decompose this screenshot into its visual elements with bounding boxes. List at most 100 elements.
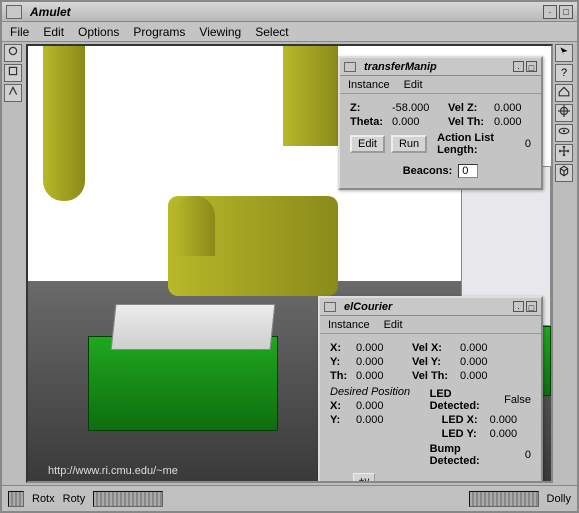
velth-value: 0.000: [460, 370, 488, 382]
velth-label: Vel Th:: [448, 116, 488, 128]
ledx-label: LED X:: [442, 414, 484, 426]
transfermanip-menubar: Instance Edit: [340, 76, 541, 94]
velz-label: Vel Z:: [448, 102, 488, 114]
pick-tool-icon[interactable]: [4, 44, 22, 62]
eye-tool-icon[interactable]: [555, 124, 573, 142]
maximize-button[interactable]: □: [526, 301, 537, 312]
menu-select[interactable]: Select: [255, 25, 288, 39]
robot-arm-left: [43, 46, 85, 201]
minimize-button[interactable]: ·: [513, 301, 524, 312]
ledy-value: 0.000: [490, 428, 518, 440]
dolly-wheel[interactable]: [469, 491, 539, 507]
transfermanip-body: Z: -58.000 Vel Z: 0.000 Theta: 0.000 Vel…: [340, 94, 541, 188]
right-toolbar: ?: [555, 44, 575, 182]
bump-value: 0: [525, 449, 531, 461]
move-tool-icon[interactable]: [555, 144, 573, 162]
elcourier-menubar: Instance Edit: [320, 316, 541, 334]
ledy-label: LED Y:: [442, 428, 484, 440]
robot-joint: [173, 196, 215, 256]
theta-value: 0.000: [392, 116, 442, 128]
velx-value: 0.000: [460, 342, 488, 354]
target-tool-icon[interactable]: [555, 104, 573, 122]
dy-label: Y:: [330, 414, 350, 426]
system-menu-icon[interactable]: [324, 302, 336, 312]
viewport-3d[interactable]: http://www.ri.cmu.edu/~me transferManip …: [26, 44, 553, 483]
cube-tool-icon[interactable]: [555, 164, 573, 182]
elcourier-body: X: 0.000 Vel X: 0.000 Y: 0.000 Vel Y: 0.…: [320, 334, 541, 483]
main-titlebar[interactable]: Amulet · □: [2, 2, 577, 22]
transfermanip-title: transferManip: [360, 61, 513, 73]
elcourier-window[interactable]: elCourier ·□ Instance Edit X: 0.000 Vel …: [318, 296, 543, 483]
beacons-label: Beacons:: [403, 165, 453, 177]
rotx-label: Rotx: [32, 493, 55, 505]
system-menu-icon[interactable]: [6, 5, 22, 19]
elcourier-titlebar[interactable]: elCourier ·□: [320, 298, 541, 316]
minimize-button[interactable]: ·: [543, 5, 557, 19]
z-label: Z:: [350, 102, 386, 114]
dx-label: X:: [330, 400, 350, 412]
menu-options[interactable]: Options: [78, 25, 119, 39]
joypad: +y -x 10 +x -y: [330, 473, 398, 483]
all-label: Action List Length:: [437, 132, 519, 156]
menu-programs[interactable]: Programs: [133, 25, 185, 39]
bump-label: Bump Detected:: [430, 443, 510, 467]
transfermanip-window[interactable]: transferManip ·□ Instance Edit Z: -58.00…: [338, 56, 543, 190]
roty-label: Roty: [63, 493, 86, 505]
menubar: File Edit Options Programs Viewing Selec…: [2, 22, 577, 42]
velth-value: 0.000: [494, 116, 522, 128]
led-label: LED Detected:: [430, 388, 489, 412]
y-label: Y:: [330, 356, 350, 368]
courier-base: [88, 336, 278, 431]
desired-position-group: Desired Position X: 0.000 Y: 0.000: [330, 386, 424, 428]
maximize-button[interactable]: □: [559, 5, 573, 19]
menu-edit[interactable]: Edit: [384, 319, 403, 331]
vely-value: 0.000: [460, 356, 488, 368]
elcourier-title: elCourier: [340, 301, 513, 313]
minimize-button[interactable]: ·: [513, 61, 524, 72]
roty-wheel[interactable]: [93, 491, 163, 507]
x-label: X:: [330, 342, 350, 354]
all-value: 0: [525, 138, 531, 150]
velx-label: Vel X:: [412, 342, 454, 354]
th-label: Th:: [330, 370, 350, 382]
ledx-value: 0.000: [490, 414, 518, 426]
y-value: 0.000: [356, 356, 406, 368]
arrow-tool-icon[interactable]: [555, 44, 573, 62]
platform: [111, 304, 276, 350]
view-tool-icon[interactable]: [4, 64, 22, 82]
menu-instance[interactable]: Instance: [348, 79, 390, 91]
system-menu-icon[interactable]: [344, 62, 356, 72]
menu-instance[interactable]: Instance: [328, 319, 370, 331]
dolly-label: Dolly: [547, 493, 571, 505]
statusbar: Rotx Roty Dolly: [2, 485, 577, 511]
hand-tool-icon[interactable]: [4, 84, 22, 102]
z-value: -58.000: [392, 102, 442, 114]
home-tool-icon[interactable]: [555, 84, 573, 102]
transfermanip-titlebar[interactable]: transferManip ·□: [340, 58, 541, 76]
joy-up-button[interactable]: +y: [353, 473, 375, 483]
menu-edit[interactable]: Edit: [404, 79, 423, 91]
th-value: 0.000: [356, 370, 406, 382]
maximize-button[interactable]: □: [526, 61, 537, 72]
theta-label: Theta:: [350, 116, 386, 128]
dx-value: 0.000: [356, 400, 384, 412]
velth-label: Vel Th:: [412, 370, 454, 382]
menu-viewing[interactable]: Viewing: [199, 25, 241, 39]
x-value: 0.000: [356, 342, 406, 354]
help-tool-icon[interactable]: ?: [555, 64, 573, 82]
led-group: LED Detected: False LED X: 0.000 LED Y: 0.…: [430, 386, 531, 469]
desired-label: Desired Position: [330, 386, 424, 398]
app-title: Amulet: [26, 5, 543, 19]
dy-value: 0.000: [356, 414, 384, 426]
edit-button[interactable]: Edit: [350, 135, 385, 153]
left-toolbar: [4, 44, 24, 102]
led-value: False: [504, 394, 531, 406]
menu-file[interactable]: File: [10, 25, 29, 39]
menu-edit[interactable]: Edit: [43, 25, 64, 39]
beacons-field[interactable]: 0: [458, 164, 478, 178]
vely-label: Vel Y:: [412, 356, 454, 368]
velz-value: 0.000: [494, 102, 522, 114]
main-window: Amulet · □ File Edit Options Programs Vi…: [0, 0, 579, 513]
rotx-wheel[interactable]: [8, 491, 24, 507]
run-button[interactable]: Run: [391, 135, 427, 153]
